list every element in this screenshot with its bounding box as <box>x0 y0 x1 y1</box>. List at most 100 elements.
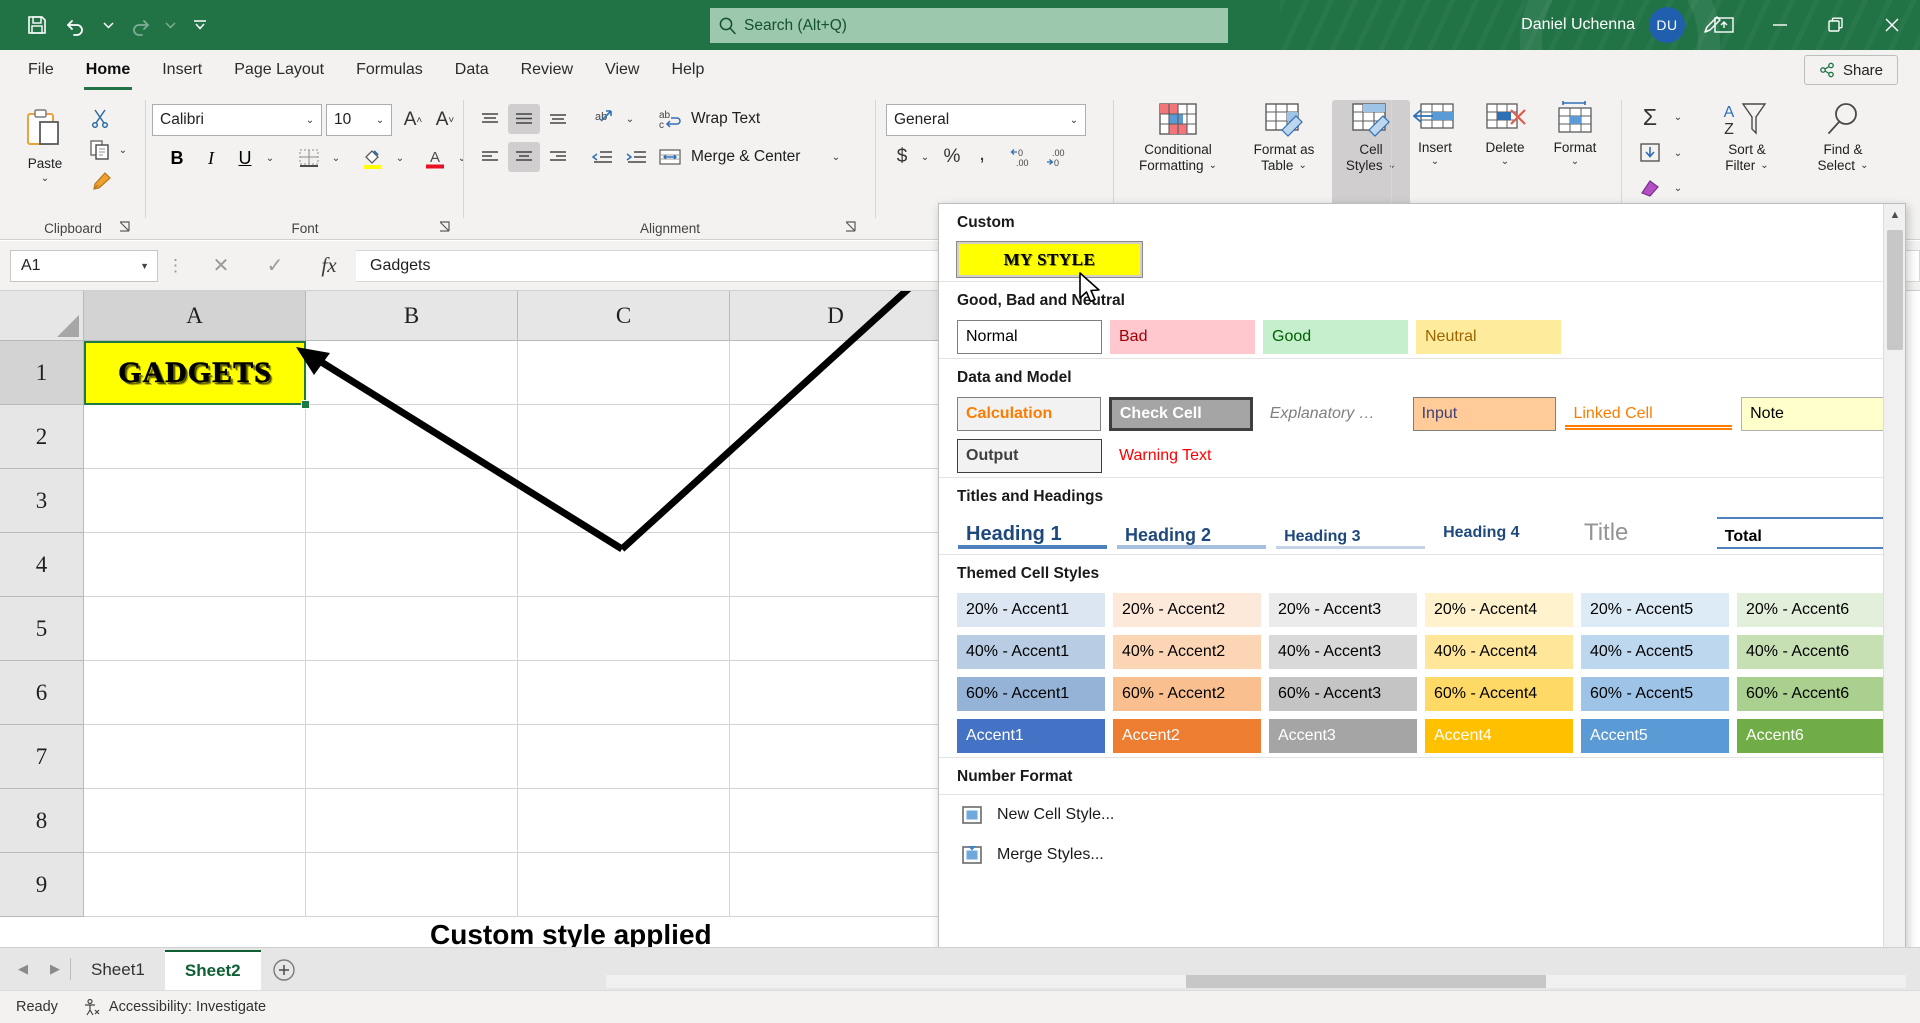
style-swatch-total[interactable]: Total <box>1716 516 1885 550</box>
search-input[interactable]: Search (Alt+Q) <box>710 8 1228 43</box>
delete-cells-button[interactable]: Delete ⌄ <box>1470 100 1540 208</box>
cell-c9[interactable] <box>518 853 730 917</box>
cell-c7[interactable] <box>518 725 730 789</box>
style-swatch-bad[interactable]: Bad <box>1110 320 1255 354</box>
customize-qat-icon[interactable] <box>182 6 218 44</box>
row-header-1[interactable]: 1 <box>0 341 84 405</box>
cell-d2[interactable] <box>730 405 942 469</box>
undo-dropdown-chevron-down-icon[interactable] <box>98 6 118 44</box>
style-swatch-20-accent6[interactable]: 20% - Accent6 <box>1737 593 1885 627</box>
cell-c3[interactable] <box>518 469 730 533</box>
wrap-text-button[interactable]: abc Wrap Text <box>654 102 784 136</box>
share-button[interactable]: Share <box>1804 55 1898 85</box>
cell-c4[interactable] <box>518 533 730 597</box>
name-box-chevron-down-icon[interactable]: ▼ <box>140 261 149 271</box>
tab-file[interactable]: File <box>12 50 70 90</box>
style-swatch-60-accent2[interactable]: 60% - Accent2 <box>1113 677 1261 711</box>
percent-format-button[interactable]: % <box>938 142 966 172</box>
increase-decimal-button[interactable]: 0.00 <box>1006 142 1040 172</box>
comma-style-button[interactable]: , <box>968 142 996 172</box>
bold-button[interactable]: B <box>162 142 192 174</box>
style-swatch-input[interactable]: Input <box>1413 397 1557 431</box>
style-swatch-40-accent4[interactable]: 40% - Accent4 <box>1425 635 1573 669</box>
cell-c6[interactable] <box>518 661 730 725</box>
style-swatch-40-accent6[interactable]: 40% - Accent6 <box>1737 635 1885 669</box>
cell-a8[interactable] <box>84 789 306 853</box>
name-box[interactable]: A1 ▼ <box>10 250 158 282</box>
italic-button[interactable]: I <box>196 142 226 174</box>
conditional-formatting-button[interactable]: Conditional Formatting ⌄ <box>1120 100 1236 208</box>
cell-b1[interactable] <box>306 341 518 405</box>
style-swatch-accent1[interactable]: Accent1 <box>957 719 1105 753</box>
style-swatch-accent6[interactable]: Accent6 <box>1737 719 1885 753</box>
merge-center-chevron-down-icon[interactable]: ⌄ <box>826 140 846 174</box>
format-painter-button[interactable] <box>84 166 118 196</box>
clear-button[interactable] <box>1632 172 1668 204</box>
autosum-chevron-down-icon[interactable]: ⌄ <box>1668 100 1688 134</box>
sort-and-filter-button[interactable]: A Z Sort & Filter ⌄ <box>1700 100 1794 208</box>
accounting-format-button[interactable]: $ <box>888 142 916 172</box>
cell-d4[interactable] <box>730 533 942 597</box>
cell-c2[interactable] <box>518 405 730 469</box>
fill-color-button[interactable] <box>356 142 390 174</box>
cell-d7[interactable] <box>730 725 942 789</box>
increase-font-size-button[interactable]: A˄ <box>398 104 428 136</box>
row-header-5[interactable]: 5 <box>0 597 84 661</box>
tab-data[interactable]: Data <box>439 50 505 90</box>
minimize-button[interactable] <box>1752 0 1808 50</box>
align-right-button[interactable] <box>542 142 574 172</box>
fill-chevron-down-icon[interactable]: ⌄ <box>1668 136 1688 170</box>
style-swatch-my-style[interactable]: MY STYLE <box>957 242 1142 277</box>
cell-d6[interactable] <box>730 661 942 725</box>
style-swatch-accent5[interactable]: Accent5 <box>1581 719 1729 753</box>
copy-chevron-down-icon[interactable]: ⌄ <box>114 136 132 164</box>
cut-button[interactable] <box>84 104 116 132</box>
gallery-scrollbar[interactable]: ▲ ▼ <box>1883 204 1905 1020</box>
cell-b5[interactable] <box>306 597 518 661</box>
clipboard-dialog-launcher[interactable] <box>118 220 134 236</box>
style-swatch-40-accent2[interactable]: 40% - Accent2 <box>1113 635 1261 669</box>
insert-function-button[interactable]: fx <box>302 249 356 283</box>
cell-b4[interactable] <box>306 533 518 597</box>
row-header-2[interactable]: 2 <box>0 405 84 469</box>
style-swatch-20-accent2[interactable]: 20% - Accent2 <box>1113 593 1261 627</box>
style-swatch-60-accent3[interactable]: 60% - Accent3 <box>1269 677 1417 711</box>
account-button[interactable]: Daniel Uchenna DU <box>1521 0 1685 50</box>
next-sheet-arrow-icon[interactable]: ▶ <box>50 961 60 977</box>
cell-a4[interactable] <box>84 533 306 597</box>
redo-dropdown-chevron-down-icon[interactable] <box>160 6 180 44</box>
row-header-6[interactable]: 6 <box>0 661 84 725</box>
cancel-entry-button[interactable]: ✕ <box>194 249 248 283</box>
style-swatch-60-accent6[interactable]: 60% - Accent6 <box>1737 677 1885 711</box>
format-cells-button[interactable]: Format ⌄ <box>1540 100 1610 208</box>
font-dialog-launcher[interactable] <box>438 220 454 236</box>
tab-page-layout[interactable]: Page Layout <box>218 50 340 90</box>
number-format-select[interactable]: General ⌄ <box>886 104 1086 136</box>
style-swatch-20-accent5[interactable]: 20% - Accent5 <box>1581 593 1729 627</box>
cell-d9[interactable] <box>730 853 942 917</box>
paste-button[interactable]: Paste ⌄ <box>8 102 82 202</box>
cell-d5[interactable] <box>730 597 942 661</box>
scrollbar-thumb[interactable] <box>1887 230 1903 350</box>
restore-button[interactable] <box>1808 0 1864 50</box>
redo-icon[interactable] <box>120 6 158 44</box>
style-swatch-linked-cell[interactable]: Linked Cell <box>1564 397 1733 431</box>
tab-view[interactable]: View <box>589 50 655 90</box>
cell-a2[interactable] <box>84 405 306 469</box>
style-swatch-neutral[interactable]: Neutral <box>1416 320 1561 354</box>
copy-button[interactable] <box>84 136 116 164</box>
style-swatch-check-cell[interactable]: Check Cell <box>1109 397 1253 431</box>
ribbon-display-options-icon[interactable] <box>1696 0 1752 50</box>
style-swatch-20-accent3[interactable]: 20% - Accent3 <box>1269 593 1417 627</box>
formula-bar-drag-handle[interactable]: ⋮ <box>158 256 194 276</box>
underline-chevron-down-icon[interactable]: ⌄ <box>260 142 280 174</box>
decrease-decimal-button[interactable]: .000 <box>1042 142 1076 172</box>
underline-button[interactable]: U <box>230 142 260 174</box>
style-swatch-good[interactable]: Good <box>1263 320 1408 354</box>
new-cell-style-item[interactable]: New Cell Style... <box>939 795 1905 835</box>
style-swatch-explanatory[interactable]: Explanatory … <box>1261 397 1405 431</box>
row-header-8[interactable]: 8 <box>0 789 84 853</box>
horizontal-scrollbar[interactable] <box>606 975 1906 988</box>
style-swatch-40-accent5[interactable]: 40% - Accent5 <box>1581 635 1729 669</box>
clear-chevron-down-icon[interactable]: ⌄ <box>1668 172 1688 204</box>
